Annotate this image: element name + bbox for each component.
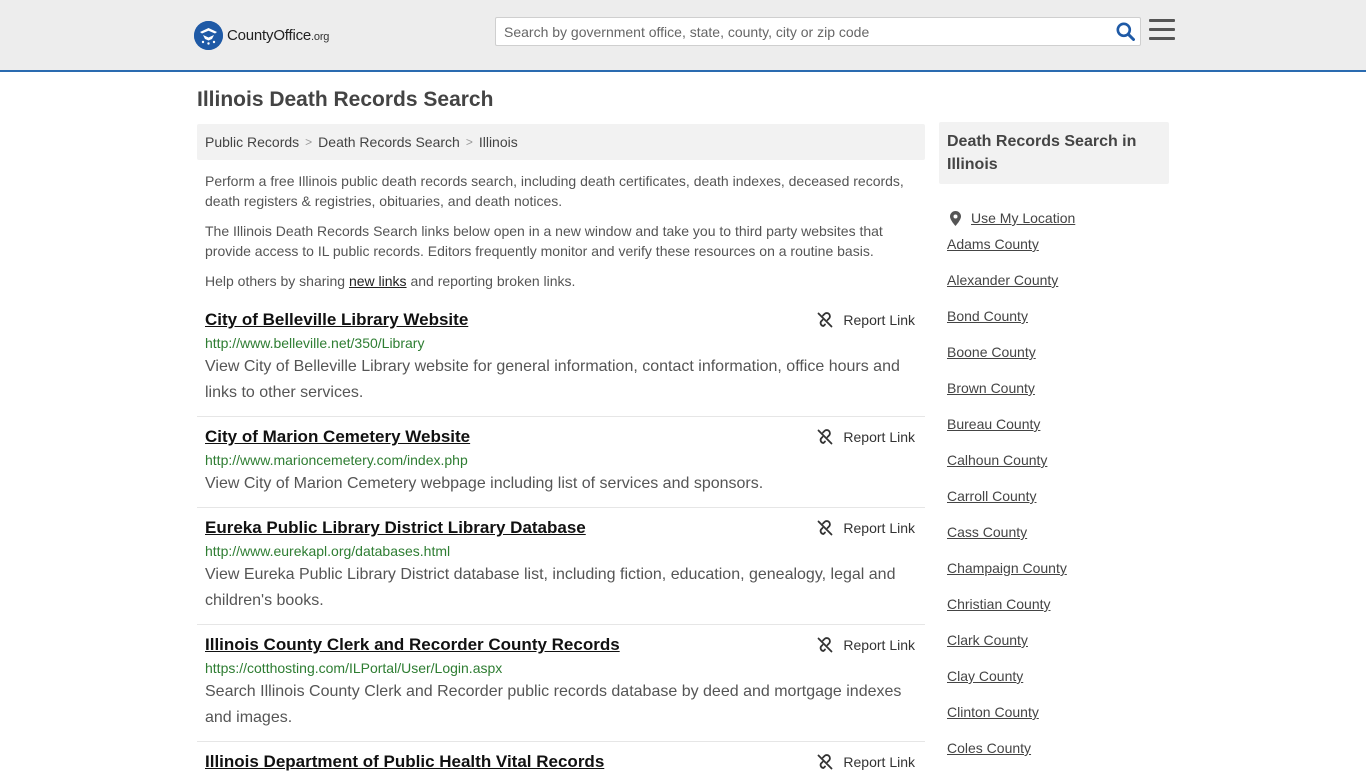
- county-item: Adams County: [947, 236, 1167, 272]
- county-link[interactable]: Calhoun County: [947, 452, 1047, 468]
- sidebar-heading: Death Records Search in Illinois: [939, 122, 1169, 184]
- hamburger-menu-icon[interactable]: [1149, 19, 1175, 43]
- county-link[interactable]: Alexander County: [947, 272, 1058, 288]
- county-link[interactable]: Champaign County: [947, 560, 1067, 576]
- listing-description: Search Illinois County Clerk and Recorde…: [205, 683, 902, 726]
- listing-description: View Eureka Public Library District data…: [205, 566, 896, 609]
- county-link[interactable]: Clark County: [947, 632, 1028, 648]
- county-item: Clay County: [947, 668, 1167, 704]
- breadcrumb-public-records[interactable]: Public Records: [205, 134, 299, 150]
- breadcrumb: Public Records > Death Records Search > …: [197, 124, 925, 160]
- county-link[interactable]: Boone County: [947, 344, 1036, 360]
- county-link[interactable]: Cass County: [947, 524, 1027, 540]
- search-icon: [1116, 22, 1135, 41]
- listing-item: Illinois County Clerk and Recorder Count…: [197, 635, 925, 742]
- listing-item: Eureka Public Library District Library D…: [197, 518, 925, 625]
- county-link[interactable]: Bureau County: [947, 416, 1040, 432]
- listing-url: https://cotthosting.com/ILPortal/User/Lo…: [205, 660, 503, 676]
- broken-link-icon: [818, 520, 833, 536]
- county-link[interactable]: Clinton County: [947, 704, 1039, 720]
- listing-item: City of Belleville Library Website Repor…: [197, 310, 925, 417]
- listing-title-link[interactable]: Illinois County Clerk and Recorder Count…: [205, 635, 620, 655]
- county-item: Calhoun County: [947, 452, 1167, 488]
- listing-url: http://www.eurekapl.org/databases.html: [205, 543, 451, 559]
- listing-url: http://www.marioncemetery.com/index.php: [205, 452, 468, 468]
- chevron-right-icon: >: [465, 135, 473, 149]
- broken-link-icon: [818, 429, 833, 445]
- listing-title-link[interactable]: Eureka Public Library District Library D…: [205, 518, 586, 538]
- logo-text: CountyOffice.org: [227, 26, 330, 44]
- report-link-button[interactable]: Report Link: [817, 312, 915, 328]
- breadcrumb-death-records-search[interactable]: Death Records Search: [318, 134, 460, 150]
- county-item: Coles County: [947, 740, 1167, 776]
- county-link[interactable]: Carroll County: [947, 488, 1036, 504]
- new-links-link[interactable]: new links: [349, 273, 407, 289]
- county-item: Bureau County: [947, 416, 1167, 452]
- listing-title-link[interactable]: City of Belleville Library Website: [205, 310, 468, 330]
- use-my-location[interactable]: Use My Location: [947, 200, 1167, 236]
- map-pin-icon: [950, 210, 961, 226]
- broken-link-icon: [818, 637, 833, 653]
- search-input[interactable]: [496, 18, 1110, 45]
- intro-paragraph-2: The Illinois Death Records Search links …: [205, 223, 883, 259]
- report-link-button[interactable]: Report Link: [817, 637, 915, 653]
- county-list: Use My Location Adams County Alexander C…: [947, 200, 1167, 776]
- listing-description: View City of Belleville Library website …: [205, 358, 900, 401]
- broken-link-icon: [818, 312, 833, 328]
- chevron-right-icon: >: [305, 135, 313, 149]
- page-title: Illinois Death Records Search: [197, 88, 494, 111]
- county-item: Clinton County: [947, 704, 1167, 740]
- use-my-location-link[interactable]: Use My Location: [971, 210, 1075, 226]
- county-item: Brown County: [947, 380, 1167, 416]
- intro-paragraph-3: Help others by sharing new links and rep…: [205, 273, 576, 289]
- county-item: Cass County: [947, 524, 1167, 560]
- county-item: Clark County: [947, 632, 1167, 668]
- search-bar: [495, 17, 1141, 46]
- logo-seal-icon: [194, 20, 223, 50]
- report-link-button[interactable]: Report Link: [817, 520, 915, 536]
- listing-url: http://www.belleville.net/350/Library: [205, 335, 425, 351]
- listing-title-link[interactable]: Illinois Department of Public Health Vit…: [205, 752, 604, 772]
- listing-title-link[interactable]: City of Marion Cemetery Website: [205, 427, 470, 447]
- listing-item: Illinois Department of Public Health Vit…: [197, 752, 925, 771]
- county-item: Boone County: [947, 344, 1167, 380]
- site-header: CountyOffice.org: [0, 0, 1366, 72]
- county-item: Champaign County: [947, 560, 1167, 596]
- report-link-button[interactable]: Report Link: [817, 429, 915, 445]
- county-item: Christian County: [947, 596, 1167, 632]
- listing-description: View City of Marion Cemetery webpage inc…: [205, 475, 764, 492]
- breadcrumb-illinois[interactable]: Illinois: [479, 134, 518, 150]
- county-link[interactable]: Bond County: [947, 308, 1028, 324]
- search-button[interactable]: [1110, 18, 1140, 45]
- county-link[interactable]: Adams County: [947, 236, 1039, 252]
- county-link[interactable]: Clay County: [947, 668, 1023, 684]
- intro-text: Perform a free Illinois public death rec…: [205, 171, 917, 301]
- county-link[interactable]: Brown County: [947, 380, 1035, 396]
- county-item: Bond County: [947, 308, 1167, 344]
- county-link[interactable]: Christian County: [947, 596, 1051, 612]
- county-link[interactable]: Coles County: [947, 740, 1031, 756]
- site-logo[interactable]: CountyOffice.org: [194, 20, 329, 50]
- intro-paragraph-1: Perform a free Illinois public death rec…: [205, 173, 904, 209]
- listing-item: City of Marion Cemetery Website Report L…: [197, 427, 925, 508]
- county-item: Carroll County: [947, 488, 1167, 524]
- county-item: Alexander County: [947, 272, 1167, 308]
